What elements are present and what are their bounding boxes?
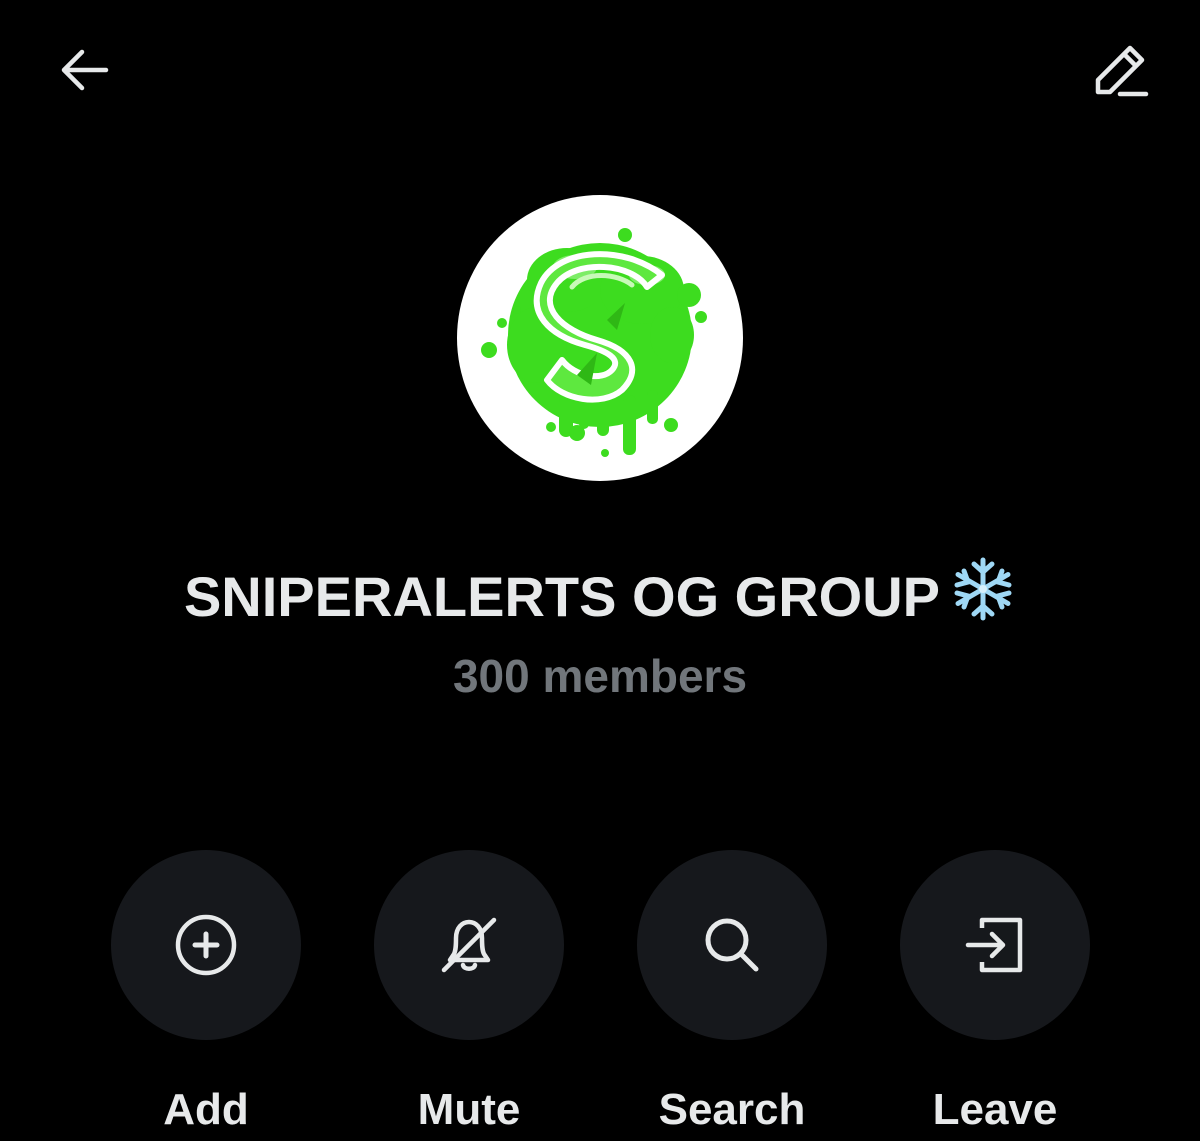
snowflake-icon [954, 557, 1012, 621]
leave-label: Leave [932, 1085, 1058, 1134]
green-s-slime-logo [481, 228, 707, 457]
add-label: Add [163, 1085, 249, 1134]
plus-circle-icon [175, 914, 237, 976]
leave-action: Leave [900, 850, 1090, 1136]
action-bar: Add Mute Search Leave [0, 850, 1200, 1140]
group-title: SNIPERALERTS OG GROUP [0, 556, 1200, 633]
mute-button[interactable] [374, 850, 564, 1040]
arrow-left-icon [61, 49, 109, 91]
add-action: Add [111, 850, 301, 1136]
group-info-screen: SNIPERALERTS OG GROUP 300 members Add Mu… [0, 0, 1200, 1141]
edit-button[interactable] [1078, 30, 1158, 110]
mute-label: Mute [417, 1085, 521, 1134]
mute-action: Mute [374, 850, 564, 1136]
search-label: Search [658, 1085, 806, 1134]
bell-off-icon [441, 917, 497, 973]
search-icon [705, 918, 759, 972]
search-button[interactable] [637, 850, 827, 1040]
back-button[interactable] [44, 30, 124, 110]
leave-button[interactable] [900, 850, 1090, 1040]
add-button[interactable] [111, 850, 301, 1040]
pencil-icon [1095, 45, 1149, 97]
exit-icon [965, 917, 1023, 973]
group-name: SNIPERALERTS OG GROUP [183, 565, 941, 628]
members-count: 300 members [452, 650, 748, 702]
group-avatar[interactable] [457, 195, 743, 481]
search-action: Search [637, 850, 827, 1136]
